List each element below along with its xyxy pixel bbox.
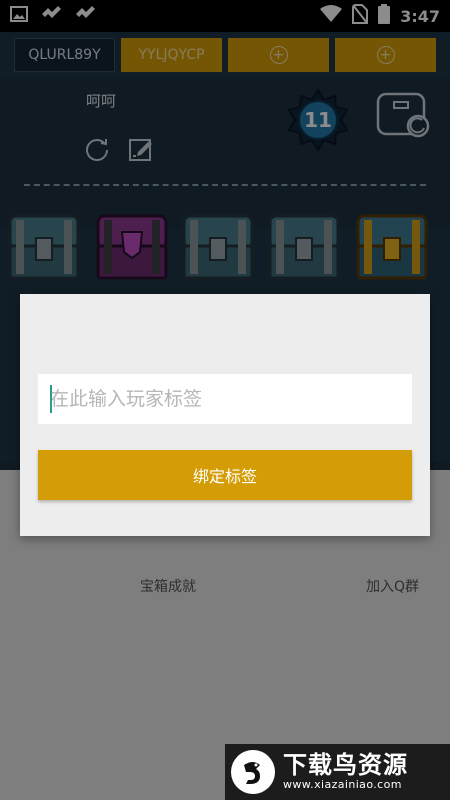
bird-logo-icon [231,750,275,794]
watermark-title: 下载鸟资源 [283,750,408,779]
bind-tag-dialog: 绑定标签 [20,294,430,536]
bind-tag-button[interactable]: 绑定标签 [38,450,412,500]
player-tag-input[interactable] [38,374,412,424]
watermark-url: www.xiazainiao.com [283,778,402,792]
text-cursor [50,385,52,413]
watermark: 下载鸟资源 www.xiazainiao.com [225,744,450,800]
